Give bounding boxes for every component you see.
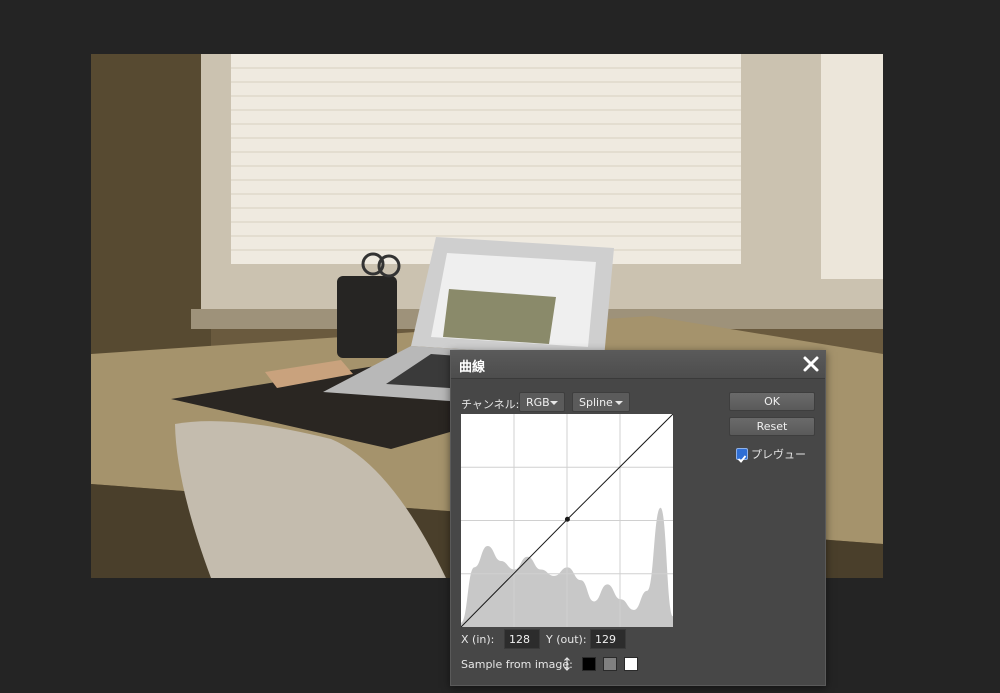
pen-cup [337, 276, 397, 358]
curve-graph[interactable] [461, 414, 673, 627]
laptop-screen-photo [443, 289, 556, 344]
y-out-label: Y (out): [546, 633, 587, 646]
curve-type-dropdown[interactable]: Spline [572, 392, 630, 412]
window-blinds-left [231, 54, 741, 264]
ok-button[interactable]: OK [729, 392, 815, 411]
channel-dropdown[interactable]: RGB [519, 392, 565, 412]
sample-label: Sample from image: [461, 658, 573, 671]
checkmark-icon [737, 455, 747, 463]
curves-dialog: 曲線 チャンネル: RGB Spline OK Reset プレヴュー X (i… [450, 350, 826, 686]
close-icon[interactable] [801, 354, 821, 374]
black-point-swatch[interactable] [582, 657, 596, 671]
x-in-label: X (in): [461, 633, 495, 646]
channel-dropdown-value: RGB [526, 396, 550, 409]
curve-type-value: Spline [579, 396, 613, 409]
white-point-swatch[interactable] [624, 657, 638, 671]
gray-point-swatch[interactable] [603, 657, 617, 671]
y-out-field[interactable]: 129 [590, 629, 626, 649]
dialog-titlebar[interactable]: 曲線 [451, 351, 825, 379]
preview-label: プレヴュー [751, 448, 806, 461]
x-in-field[interactable]: 128 [504, 629, 540, 649]
channel-label: チャンネル: [461, 398, 520, 411]
curve-control-point[interactable] [564, 516, 570, 522]
dialog-title: 曲線 [459, 360, 486, 375]
window-blinds-right [821, 54, 883, 279]
reset-button[interactable]: Reset [729, 417, 815, 436]
chevron-down-icon [550, 401, 558, 405]
preview-checkbox[interactable] [736, 448, 748, 463]
chevron-down-icon [615, 401, 623, 405]
up-down-arrow-icon[interactable] [563, 657, 571, 671]
